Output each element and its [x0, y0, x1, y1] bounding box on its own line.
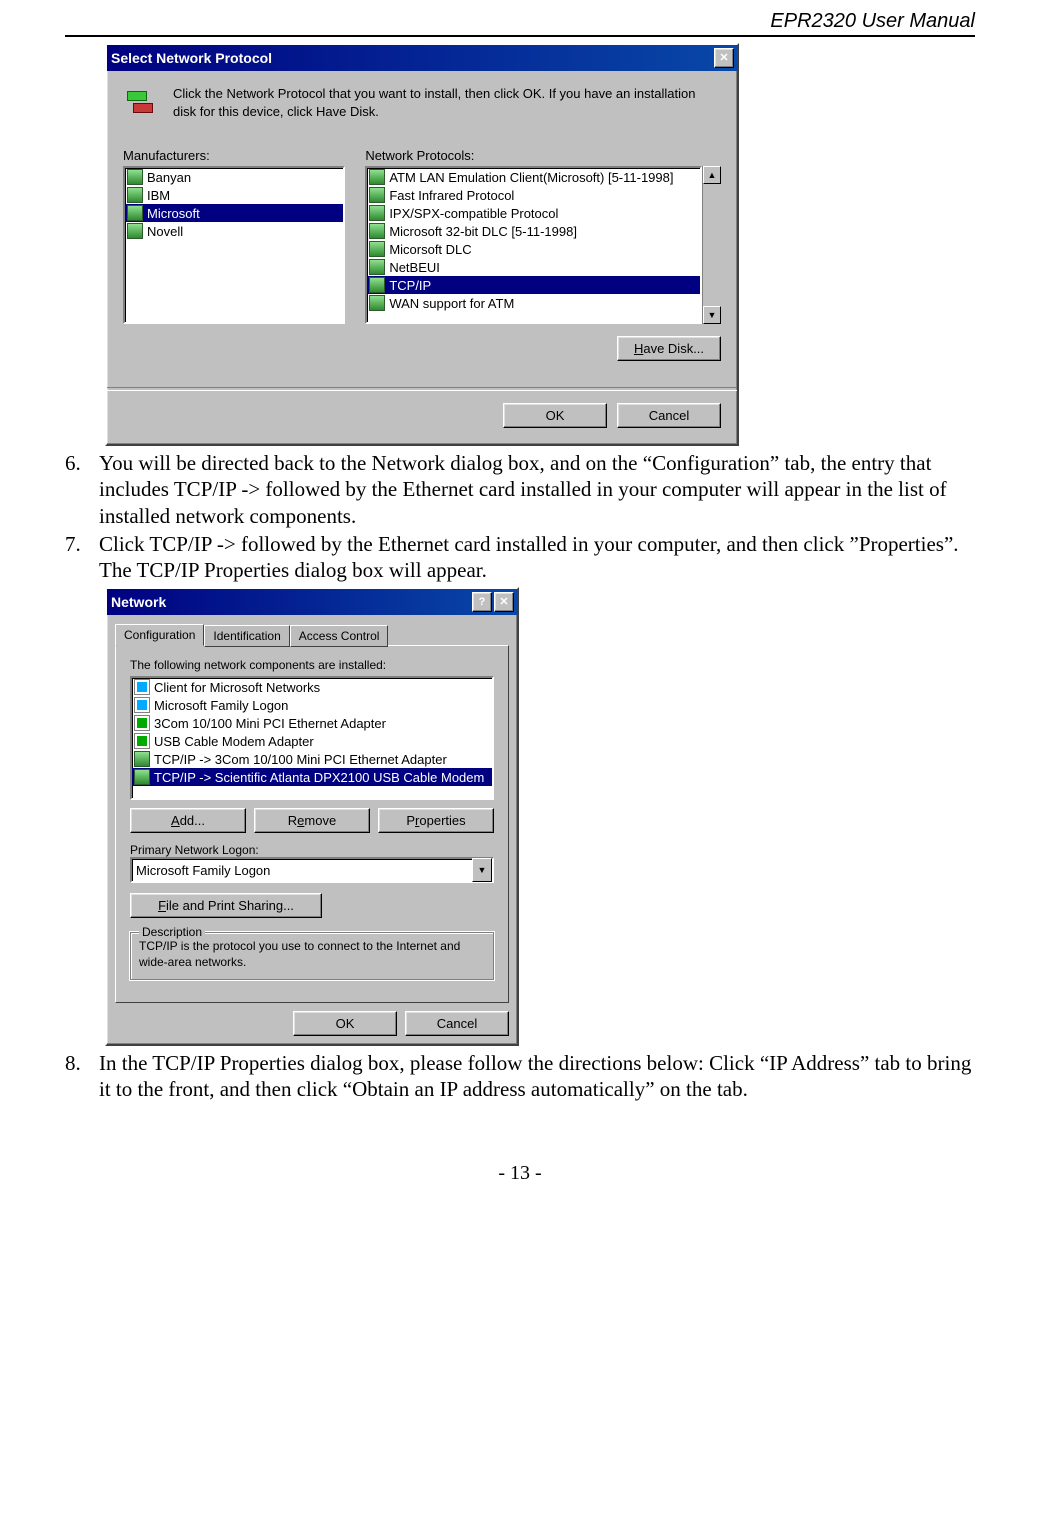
- client-icon: [134, 679, 150, 695]
- protocol-icon: [369, 259, 385, 275]
- step-text: In the TCP/IP Properties dialog box, ple…: [99, 1050, 975, 1103]
- close-icon[interactable]: ✕: [714, 48, 734, 68]
- list-item[interactable]: Fast Infrared Protocol: [367, 186, 700, 204]
- list-item[interactable]: IPX/SPX-compatible Protocol: [367, 204, 700, 222]
- list-item[interactable]: Novell: [125, 222, 343, 240]
- help-icon[interactable]: ?: [472, 592, 492, 612]
- tab-identification[interactable]: Identification: [204, 625, 289, 647]
- step-number: 7: [65, 531, 99, 584]
- ok-button[interactable]: OK: [293, 1011, 397, 1036]
- remove-button[interactable]: Remove: [254, 808, 370, 833]
- scrollbar[interactable]: ▲ ▼: [702, 166, 721, 324]
- page-header: EPR2320 User Manual: [65, 10, 975, 37]
- proto-icon: [134, 769, 150, 785]
- description-text: TCP/IP is the protocol you use to connec…: [139, 939, 485, 970]
- components-label: The following network components are ins…: [130, 658, 494, 672]
- list-item[interactable]: IBM: [125, 186, 343, 204]
- primary-logon-dropdown[interactable]: Microsoft Family Logon ▼: [130, 857, 494, 883]
- page-footer: - 13 -: [65, 1162, 975, 1185]
- adapter-icon: [134, 733, 150, 749]
- protocol-icon: [369, 223, 385, 239]
- add-button[interactable]: Add...: [130, 808, 246, 833]
- list-item[interactable]: Microsoft Family Logon: [132, 696, 492, 714]
- step-text: You will be directed back to the Network…: [99, 450, 975, 529]
- tab-access-control[interactable]: Access Control: [290, 625, 389, 647]
- close-icon[interactable]: ✕: [494, 592, 514, 612]
- list-item[interactable]: WAN support for ATM: [367, 294, 700, 312]
- scroll-down-icon[interactable]: ▼: [703, 306, 721, 324]
- select-network-protocol-dialog: Select Network Protocol ✕ Click the Netw…: [105, 43, 739, 446]
- protocol-icon: [127, 205, 143, 221]
- dialog-titlebar[interactable]: Select Network Protocol ✕: [107, 45, 737, 71]
- dialog-title: Select Network Protocol: [111, 50, 272, 66]
- cancel-button[interactable]: Cancel: [617, 403, 721, 428]
- tab-configuration[interactable]: Configuration: [115, 624, 204, 646]
- primary-logon-value: Microsoft Family Logon: [136, 863, 270, 878]
- protocol-icon: [127, 187, 143, 203]
- list-item[interactable]: TCP/IP -> Scientific Atlanta DPX2100 USB…: [132, 768, 492, 786]
- header-model: EPR2320: [770, 10, 856, 32]
- list-item[interactable]: ATM LAN Emulation Client(Microsoft) [5-1…: [367, 168, 700, 186]
- protocols-listbox[interactable]: ATM LAN Emulation Client(Microsoft) [5-1…: [365, 166, 702, 324]
- chevron-down-icon[interactable]: ▼: [472, 858, 492, 882]
- dialog-titlebar[interactable]: Network ? ✕: [107, 589, 517, 615]
- list-item[interactable]: 3Com 10/100 Mini PCI Ethernet Adapter: [132, 714, 492, 732]
- protocol-icon: [369, 187, 385, 203]
- protocol-icon: [369, 277, 385, 293]
- list-item[interactable]: TCP/IP: [367, 276, 700, 294]
- protocol-icon: [369, 169, 385, 185]
- list-item[interactable]: Banyan: [125, 168, 343, 186]
- file-print-sharing-button[interactable]: File and Print Sharing...: [130, 893, 322, 918]
- dialog-title: Network: [111, 594, 166, 610]
- header-title: User Manual: [862, 10, 975, 32]
- protocol-hint-icon: [123, 87, 153, 117]
- list-item[interactable]: TCP/IP -> 3Com 10/100 Mini PCI Ethernet …: [132, 750, 492, 768]
- network-dialog: Network ? ✕ ConfigurationIdentificationA…: [105, 587, 519, 1045]
- list-item[interactable]: Micorsoft DLC: [367, 240, 700, 258]
- scroll-up-icon[interactable]: ▲: [703, 166, 721, 184]
- protocol-icon: [127, 223, 143, 239]
- cancel-button[interactable]: Cancel: [405, 1011, 509, 1036]
- components-listbox[interactable]: Client for Microsoft NetworksMicrosoft F…: [130, 676, 494, 800]
- client-icon: [134, 697, 150, 713]
- ok-button[interactable]: OK: [503, 403, 607, 428]
- list-item[interactable]: Microsoft 32-bit DLC [5-11-1998]: [367, 222, 700, 240]
- protocols-label: Network Protocols:: [365, 148, 721, 163]
- primary-logon-label: Primary Network Logon:: [130, 843, 494, 857]
- protocol-icon: [369, 205, 385, 221]
- step-number: 8: [65, 1050, 99, 1103]
- protocol-icon: [127, 169, 143, 185]
- list-item[interactable]: Client for Microsoft Networks: [132, 678, 492, 696]
- step-number: 6: [65, 450, 99, 529]
- list-item[interactable]: NetBEUI: [367, 258, 700, 276]
- manufacturers-label: Manufacturers:: [123, 148, 345, 163]
- manufacturers-listbox[interactable]: BanyanIBMMicrosoftNovell: [123, 166, 345, 324]
- step-text: Click TCP/IP -> followed by the Ethernet…: [99, 531, 975, 584]
- tab-strip: ConfigurationIdentificationAccess Contro…: [115, 623, 509, 645]
- protocol-icon: [369, 241, 385, 257]
- proto-icon: [134, 751, 150, 767]
- list-item[interactable]: USB Cable Modem Adapter: [132, 732, 492, 750]
- dialog-hint-text: Click the Network Protocol that you want…: [173, 85, 721, 120]
- have-disk-button[interactable]: Have Disk...: [617, 336, 721, 361]
- protocol-icon: [369, 295, 385, 311]
- adapter-icon: [134, 715, 150, 731]
- properties-button[interactable]: Properties: [378, 808, 494, 833]
- description-legend: Description: [139, 925, 205, 939]
- list-item[interactable]: Microsoft: [125, 204, 343, 222]
